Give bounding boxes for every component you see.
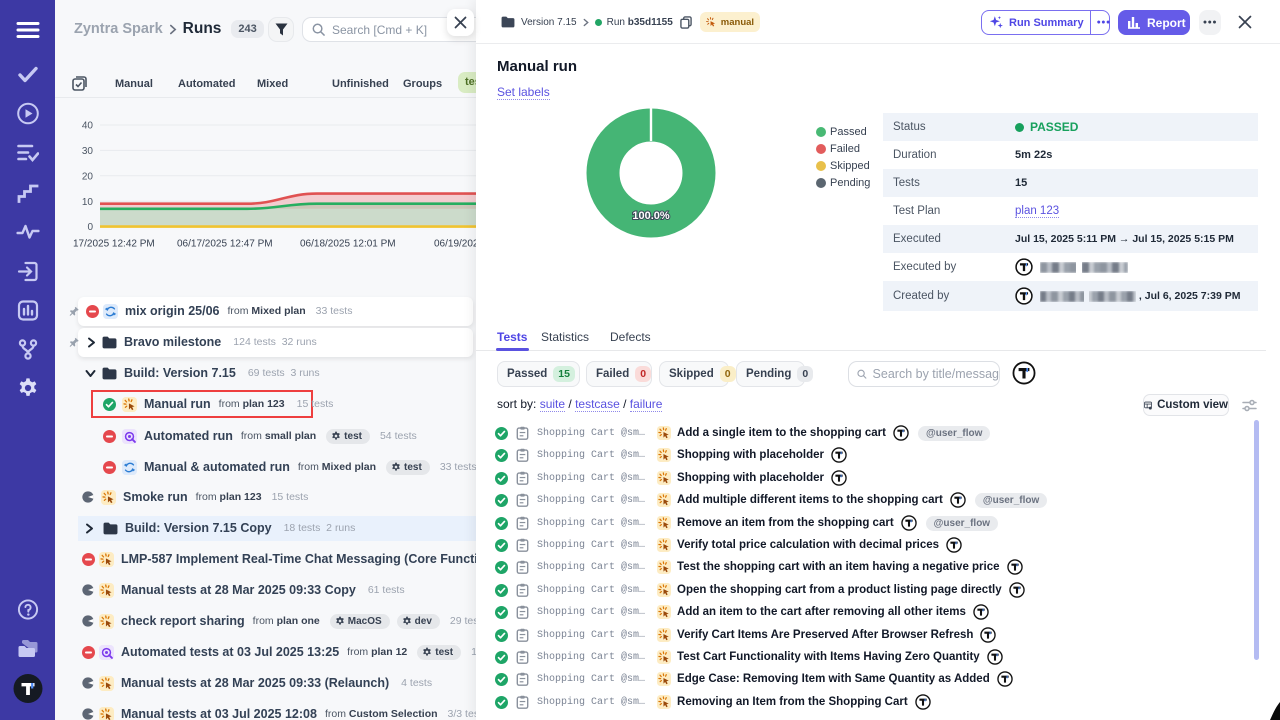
svg-text:0: 0 — [87, 222, 93, 233]
svg-text:17/2025 12:42 PM: 17/2025 12:42 PM — [73, 239, 155, 250]
svg-text:06/19/2025: 06/19/2025 — [434, 239, 480, 250]
svg-text:10: 10 — [82, 197, 94, 208]
svg-text:20: 20 — [82, 171, 94, 182]
svg-text:30: 30 — [82, 146, 94, 157]
svg-text:40: 40 — [82, 121, 94, 132]
svg-text:06/18/2025 12:01 PM: 06/18/2025 12:01 PM — [300, 239, 396, 250]
svg-text:06/17/2025 12:47 PM: 06/17/2025 12:47 PM — [177, 239, 273, 250]
svg-text:100.0%: 100.0% — [632, 210, 670, 222]
